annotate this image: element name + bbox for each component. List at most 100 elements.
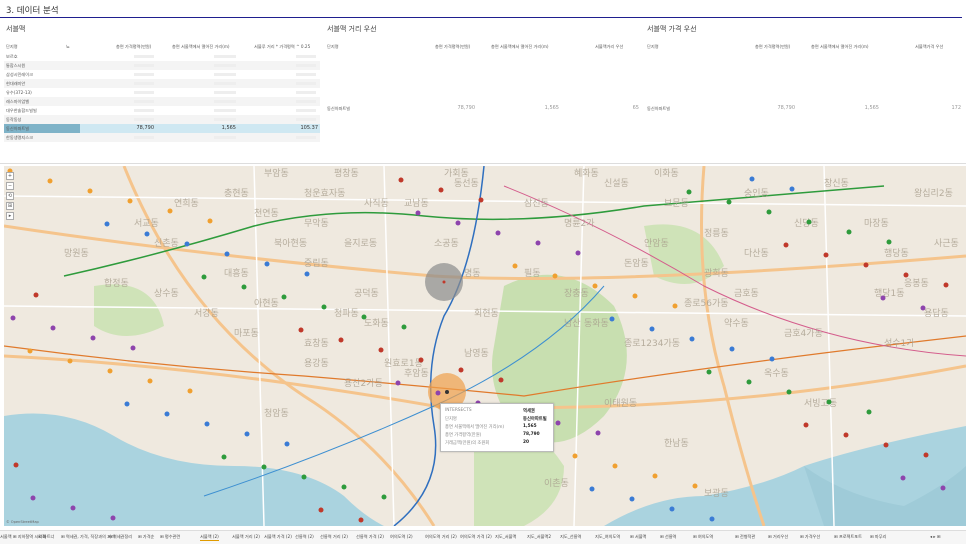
- col-header-name: 단지명: [327, 44, 339, 49]
- poi-marker: [512, 263, 518, 269]
- poi-marker: [127, 198, 133, 204]
- sheet-tab[interactable]: ⊞ 마무리: [870, 534, 886, 540]
- poi-marker: [418, 357, 424, 363]
- section-underline: [0, 17, 962, 18]
- poi-marker: [33, 292, 39, 298]
- cell-price: 78,790: [777, 105, 796, 111]
- table-row[interactable]: 보르호: [4, 52, 320, 61]
- zoom-in-button[interactable]: +: [6, 172, 14, 180]
- sheet-tab[interactable]: ⊞ 프로젝트포트: [834, 534, 862, 540]
- tooltip-value: 1,565: [523, 424, 537, 429]
- sheet-tab[interactable]: ⊞ 거리우선: [768, 534, 788, 540]
- sheet-tab[interactable]: ⊞ 가격우선: [800, 534, 820, 540]
- sheet-tab[interactable]: 여의도역 (2): [390, 534, 413, 540]
- col-header-score: 서블루 거리 * 가격평역 ^ 0.25: [254, 44, 311, 49]
- poi-marker: [224, 251, 230, 257]
- table-row[interactable]: 유수(372-13): [4, 88, 320, 97]
- poi-marker: [652, 473, 658, 479]
- sheet-tab-bar: 서울맥 ⊞ 지하철역 시각화 ⊞ 파트너 ⊞ 역세권, 가격, 직장과의 거리 ⊞ 역…: [0, 530, 966, 544]
- sheet-tab[interactable]: 선릉역 거리 (2): [320, 534, 348, 540]
- poi-marker: [261, 464, 267, 470]
- map-area-label: 대흥동: [224, 267, 249, 279]
- sheet-tab[interactable]: ⊞ 선릉역: [660, 534, 676, 540]
- select-tool-button[interactable]: ⊞: [6, 202, 14, 210]
- table-row[interactable]: 삼성시민레이크: [4, 70, 320, 79]
- map-area-label: 이화동: [654, 168, 679, 179]
- poi-marker: [341, 484, 347, 490]
- sheet-tab[interactable]: ⊞ 파트너: [38, 534, 54, 540]
- cell-score-bar: [296, 55, 316, 58]
- map-view[interactable]: 동선동 혜화동 삼선동 명륜2가 이화동 숭인동 창신동 신당동 약수동 금호4가동 후암동 용산2가…: [4, 166, 966, 526]
- table-row[interactable]: 동신아파트빌 78,790 1,565 105.37: [4, 124, 320, 133]
- tooltip-label: 단지명: [445, 417, 457, 422]
- sheet-tab[interactable]: ⊞ 가격순: [138, 534, 154, 540]
- poi-marker: [692, 483, 698, 489]
- poi-marker: [455, 220, 461, 226]
- apartment-marker[interactable]: [445, 390, 449, 394]
- poi-marker: [204, 421, 210, 427]
- sheet-tab[interactable]: 서블맥 거리 (2): [232, 534, 260, 540]
- sheet-tab[interactable]: ⊞ 역세권, 가격, 직장과의 거리: [61, 534, 115, 540]
- tab-nav-icons[interactable]: ◂ ▸ ⊞: [930, 534, 940, 539]
- map-area-label: 효창동: [304, 338, 329, 349]
- map-tooltip: INTERSECTS 역세권 단지명 동신아파트빌 총면 서울맥에서 떨어진 거리(m)…: [440, 403, 554, 452]
- map-area-label: 금호4가동: [784, 328, 823, 339]
- cell-score-bar: [296, 82, 316, 85]
- expand-button[interactable]: ▸: [6, 212, 14, 220]
- tooltip-value: 78,790: [523, 432, 540, 437]
- map-area-label: 정릉동: [704, 228, 729, 239]
- poi-marker: [478, 197, 484, 203]
- map-canvas[interactable]: 동선동혜화동삼선동명륜2가이화동숭인동창신동신당동약수동금호4가동후암동용산2가…: [4, 166, 966, 526]
- poi-marker: [207, 218, 213, 224]
- sheet-tab[interactable]: 지도_여의도역: [595, 534, 620, 540]
- sheet-tab[interactable]: 서블맥 (2): [200, 534, 219, 541]
- sheet-tab[interactable]: 선릉역 가격 (2): [356, 534, 384, 540]
- poi-marker: [612, 463, 618, 469]
- poi-marker: [920, 305, 926, 311]
- map-area-label: 청파동: [334, 308, 359, 319]
- map-area-label: 망원동: [64, 248, 89, 259]
- sheet-tab[interactable]: ⊞ 서블맥: [630, 534, 646, 540]
- reset-view-button[interactable]: ⟲: [6, 192, 14, 200]
- map-area-label: 부암동: [264, 167, 289, 179]
- poi-marker: [30, 495, 36, 501]
- map-area-label: 마포동: [234, 328, 259, 339]
- table-row[interactable]: 대우한솔합드빌빌: [4, 106, 320, 115]
- sheet-tab[interactable]: 여의도역 거리 (2): [425, 534, 457, 540]
- cell-price: 78,790: [457, 105, 476, 111]
- table-row[interactable]: 통합스시원: [4, 61, 320, 70]
- table-row[interactable]: 동작동성: [4, 115, 320, 124]
- map-area-label: 안암동: [644, 237, 669, 249]
- sheet-tab[interactable]: ⊞ 전형적관: [735, 534, 755, 540]
- sheet-tab[interactable]: 서블맥 가격 (2): [264, 534, 292, 540]
- tooltip-label: 거래금액(만원)의 조원회: [445, 441, 490, 446]
- table-row[interactable]: 래스마이엄벨: [4, 97, 320, 106]
- sheet-tab[interactable]: 여의도역 가격 (2): [460, 534, 492, 540]
- sheet-tab[interactable]: 지도_서블맥: [495, 534, 516, 540]
- station-marker[interactable]: [442, 280, 446, 284]
- poi-marker: [107, 368, 113, 374]
- sheet-tab[interactable]: ⊞ 평수관련: [160, 534, 180, 540]
- poi-marker: [401, 324, 407, 330]
- poi-marker: [689, 336, 695, 342]
- cell-name: 동작동성: [6, 117, 22, 122]
- poi-marker: [823, 252, 829, 258]
- sheet-tab[interactable]: 지도_선릉역: [560, 534, 581, 540]
- map-area-label: 이촌동: [544, 478, 569, 489]
- tooltip-label: INTERSECTS: [445, 408, 472, 413]
- poi-marker: [575, 250, 581, 256]
- table-row[interactable]: 한동생명지스크: [4, 133, 320, 142]
- zoom-out-button[interactable]: −: [6, 182, 14, 190]
- osm-attribution[interactable]: © OpenStreetMap: [6, 520, 39, 524]
- sheet-tab[interactable]: ⊞ 역세권정리: [108, 534, 132, 540]
- table-row[interactable]: 현대래미안: [4, 79, 320, 88]
- han-river-west: [4, 413, 384, 526]
- poi-marker: [880, 295, 886, 301]
- cell-price-bar: [134, 73, 154, 76]
- table-row[interactable]: 동신아파트빌 78,790 1,565 172: [645, 104, 963, 113]
- sheet-tab[interactable]: 선릉역 (2): [295, 534, 314, 540]
- table-row[interactable]: 동신아파트빌 78,790 1,565 65: [325, 104, 640, 113]
- col-header-name: 단지명: [647, 44, 659, 49]
- sheet-tab[interactable]: 지도_서블맥2: [527, 534, 551, 540]
- sheet-tab[interactable]: ⊞ 여의도역: [693, 534, 713, 540]
